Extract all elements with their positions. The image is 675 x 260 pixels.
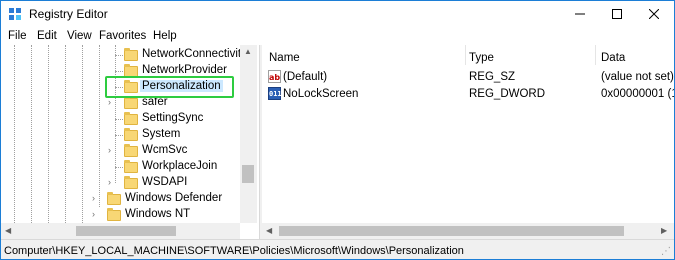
close-icon <box>649 9 659 19</box>
folder-icon <box>124 176 138 189</box>
tree-item-workplacejoin[interactable]: WorkplaceJoin <box>1 159 240 175</box>
list-horizontal-scroll-thumb[interactable] <box>279 226 624 236</box>
menu-file[interactable]: File <box>8 30 27 42</box>
value-data: 0x00000001 (1) <box>601 88 674 100</box>
menu-favorites[interactable]: Favorites <box>99 30 146 42</box>
expand-icon[interactable]: › <box>108 97 111 107</box>
key-tree-pane[interactable]: NetworkConnectivityS NetworkProvider Per… <box>1 45 259 239</box>
tree-item-settingsync[interactable]: SettingSync <box>1 111 240 127</box>
folder-icon <box>124 112 138 125</box>
tree-item-label: WcmSvc <box>142 144 188 156</box>
tree-connector <box>115 167 123 168</box>
tree-item-label: WSDAPI <box>142 176 188 188</box>
folder-icon <box>107 208 121 221</box>
menu-help[interactable]: Help <box>153 30 177 42</box>
column-header-name[interactable]: Name <box>269 52 300 64</box>
tree-connector <box>115 119 123 120</box>
value-data: (value not set) <box>601 71 674 83</box>
highlight-annotation-box <box>105 76 234 98</box>
maximize-icon <box>612 9 622 19</box>
tree-connector <box>115 71 123 72</box>
tree-item-label: System <box>142 128 181 140</box>
tree-item-label: NetworkConnectivityS <box>142 48 255 60</box>
resize-grip-icon[interactable]: ⋰ <box>661 246 671 257</box>
tree-item-label: SettingSync <box>142 112 204 124</box>
menu-edit[interactable]: Edit <box>37 30 57 42</box>
registry-editor-window: Registry Editor File Edit View Favorites… <box>0 0 675 260</box>
column-header-data[interactable]: Data <box>601 52 625 64</box>
tree-item-windows-nt[interactable]: › Windows NT <box>1 207 240 223</box>
folder-icon <box>124 128 138 141</box>
tree-item-wcmsvc[interactable]: › WcmSvc <box>1 143 240 159</box>
scroll-up-arrow-icon[interactable]: ▲ <box>244 47 252 56</box>
expand-icon[interactable]: › <box>108 145 111 155</box>
minimize-icon <box>575 13 585 15</box>
scroll-left-arrow-icon[interactable]: ◀ <box>266 226 272 235</box>
menu-bar: File Edit View Favorites Help <box>1 28 674 45</box>
tree-connector <box>115 55 123 56</box>
string-value-icon: ab <box>268 70 281 83</box>
tree-item-label: NetworkProvider <box>142 64 227 76</box>
value-type: REG_DWORD <box>469 88 546 100</box>
title-bar[interactable]: Registry Editor <box>1 1 674 27</box>
tree-item-windows-defender[interactable]: › Windows Defender <box>1 191 240 207</box>
folder-icon <box>124 144 138 157</box>
column-separator[interactable] <box>465 45 466 65</box>
close-button[interactable] <box>631 1 675 27</box>
tree-item-wsdapi[interactable]: › WSDAPI <box>1 175 240 191</box>
window-title: Registry Editor <box>29 7 108 21</box>
expand-icon[interactable]: › <box>92 209 95 219</box>
tree-vertical-scrollbar[interactable]: ▲ <box>240 45 257 223</box>
tree-horizontal-scrollbar[interactable]: ◀ <box>1 223 240 239</box>
value-name: NoLockScreen <box>283 88 359 100</box>
list-horizontal-scrollbar[interactable]: ◀ ▶ <box>262 223 674 239</box>
tree-item-system[interactable]: System <box>1 127 240 143</box>
folder-icon <box>124 96 138 109</box>
tree-item-label: WorkplaceJoin <box>142 160 218 172</box>
tree-item-label: Windows NT <box>125 208 191 220</box>
value-name: (Default) <box>283 71 328 83</box>
status-bar: Computer\HKEY_LOCAL_MACHINE\SOFTWARE\Pol… <box>1 239 674 259</box>
folder-icon <box>124 160 138 173</box>
dword-value-icon: 011 <box>268 87 282 100</box>
menu-view[interactable]: View <box>67 30 92 42</box>
tree-connector <box>115 135 123 136</box>
tree-vertical-scroll-thumb[interactable] <box>242 165 254 183</box>
scroll-right-arrow-icon[interactable]: ▶ <box>661 226 667 235</box>
values-list-pane[interactable]: Name Type Data ab (Default) REG_SZ (valu… <box>262 45 674 239</box>
scroll-left-arrow-icon[interactable]: ◀ <box>5 226 11 235</box>
key-path-text: Computer\HKEY_LOCAL_MACHINE\SOFTWARE\Pol… <box>4 245 464 257</box>
tree-item-networkconnectivitys[interactable]: NetworkConnectivityS <box>1 47 254 63</box>
column-header-type[interactable]: Type <box>469 52 494 64</box>
value-type: REG_SZ <box>469 71 516 83</box>
expand-icon[interactable]: › <box>108 177 111 187</box>
folder-icon <box>107 192 121 205</box>
column-separator[interactable] <box>595 45 596 65</box>
folder-icon <box>124 48 138 61</box>
tree-horizontal-scroll-thumb[interactable] <box>76 226 176 236</box>
registry-app-icon <box>9 8 21 20</box>
tree-item-label: Windows Defender <box>125 192 223 204</box>
expand-icon[interactable]: › <box>92 193 95 203</box>
